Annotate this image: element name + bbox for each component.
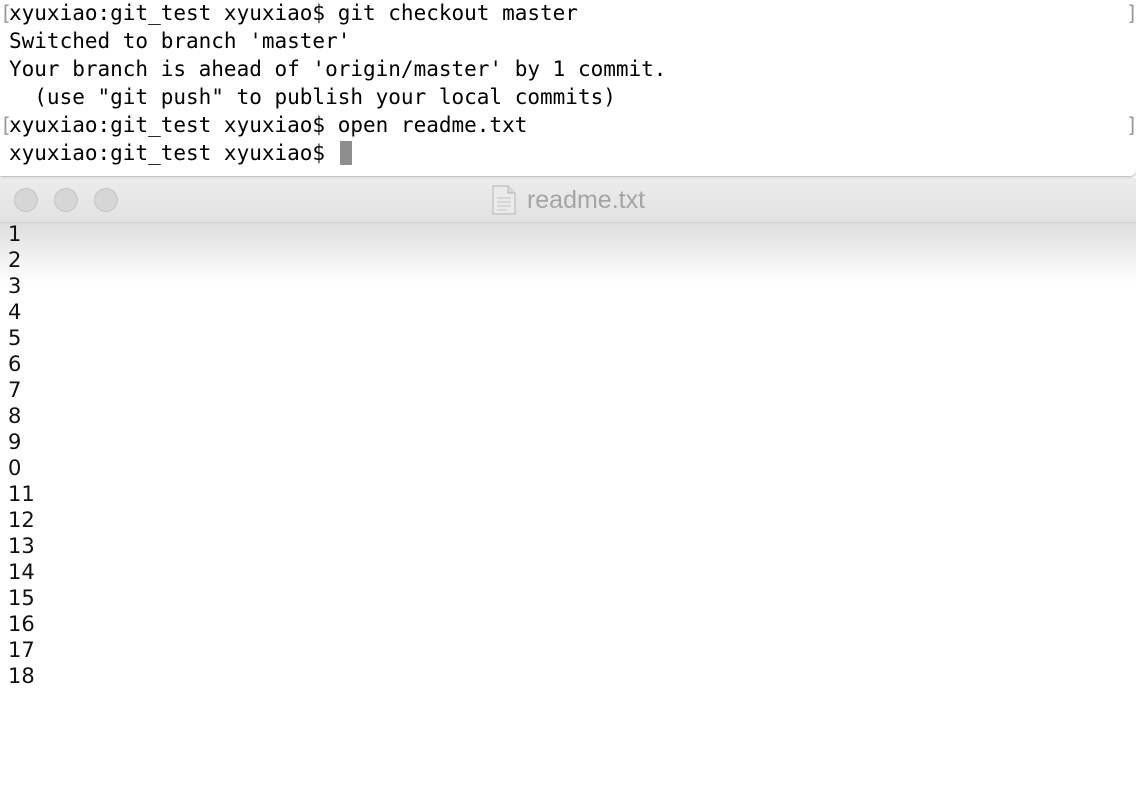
- terminal-line: xyuxiao:git_test xyuxiao$ git checkout m…: [9, 1, 578, 25]
- document-line: 12: [8, 508, 35, 532]
- terminal-line: (use "git push" to publish your local co…: [9, 85, 616, 109]
- document-line: 15: [8, 586, 35, 610]
- document-line: 2: [8, 248, 22, 272]
- textedit-window[interactable]: readme.txt 1 2 3 4 5 6 7 8 9 0 11 12 13 14 15 16 17 18: [0, 178, 1136, 788]
- terminal-output: xyuxiao:git_test xyuxiao$ git checkout m…: [9, 0, 666, 167]
- document-line: 11: [8, 482, 35, 506]
- document-line: 13: [8, 534, 35, 558]
- document-line: 16: [8, 612, 35, 636]
- window-title-group: readme.txt: [0, 178, 1136, 222]
- selection-bracket-right: ]: [1126, 0, 1136, 27]
- document-line: 7: [8, 378, 22, 402]
- terminal-prompt: xyuxiao:git_test xyuxiao$: [9, 141, 338, 165]
- text-cursor: [339, 141, 352, 165]
- terminal-line: Your branch is ahead of 'origin/master' …: [9, 57, 667, 81]
- document-line: 4: [8, 300, 22, 324]
- terminal-line: Switched to branch 'master': [9, 29, 351, 53]
- document-line: 9: [8, 430, 22, 454]
- terminal-window[interactable]: [ ] [ ] xyuxiao:git_test xyuxiao$ git ch…: [0, 0, 1136, 176]
- document-text-area[interactable]: 1 2 3 4 5 6 7 8 9 0 11 12 13 14 15 16 17 18: [8, 221, 35, 689]
- document-line: 6: [8, 352, 22, 376]
- document-line: 18: [8, 664, 35, 688]
- title-bar[interactable]: readme.txt: [0, 178, 1136, 223]
- document-line: 14: [8, 560, 35, 584]
- document-line: 8: [8, 404, 22, 428]
- selection-bracket-right: ]: [1126, 111, 1136, 139]
- document-line: 1: [8, 222, 22, 246]
- titlebar-shadow: [0, 223, 1136, 283]
- terminal-prompt-line[interactable]: xyuxiao:git_test xyuxiao$: [9, 139, 666, 167]
- document-line: 0: [8, 456, 22, 480]
- document-icon: [492, 185, 516, 215]
- document-line: 3: [8, 274, 22, 298]
- terminal-line: xyuxiao:git_test xyuxiao$ open readme.tx…: [9, 113, 528, 137]
- document-line: 17: [8, 638, 35, 662]
- window-title: readme.txt: [526, 185, 646, 214]
- document-line: 5: [8, 326, 22, 350]
